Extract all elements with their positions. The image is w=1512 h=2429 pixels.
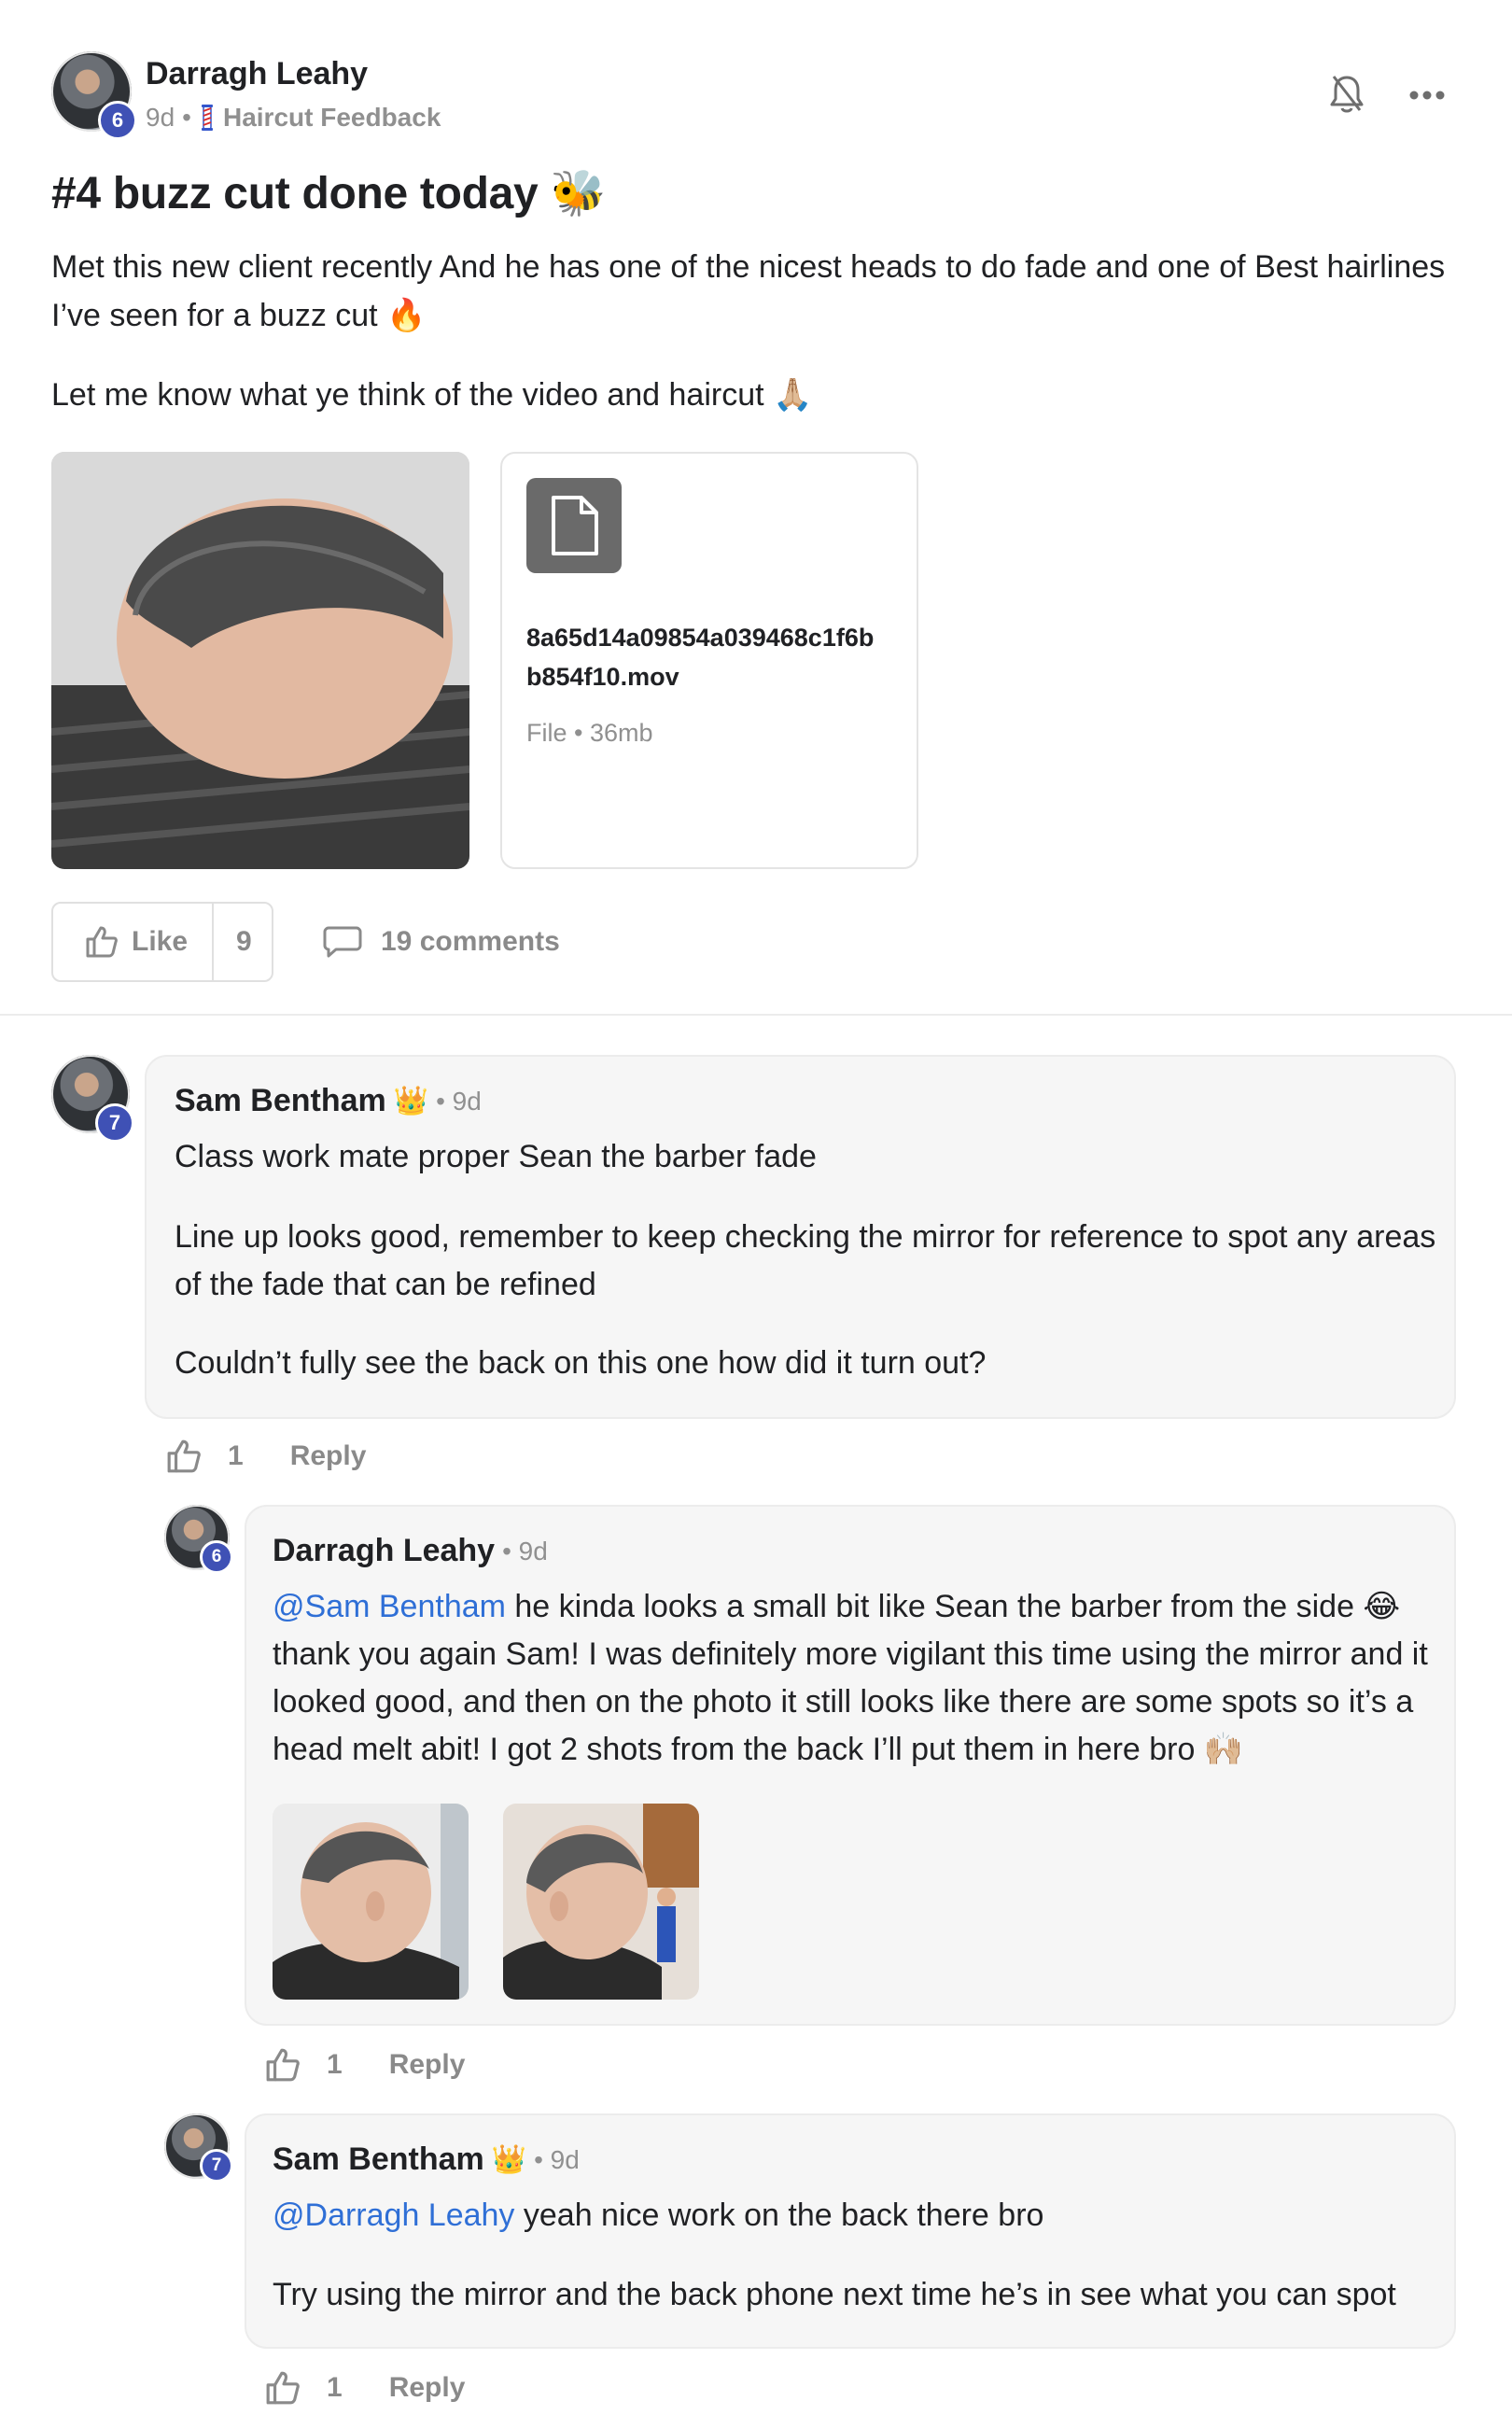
reply-bubble: Sam Bentham 👑 • 9d @Darragh Leahy yeah n… [245, 2113, 1456, 2349]
comment-actions: 1 Reply [166, 1438, 366, 1475]
reply-bubble: Darragh Leahy • 9d @Sam Bentham he kinda… [245, 1505, 1456, 2026]
reply-age: • 9d [534, 2144, 580, 2174]
comment-line-1: Class work mate proper Sean the barber f… [175, 1139, 817, 1174]
crown-icon: 👑 [393, 1086, 429, 1116]
reply-text-1: yeah nice work on the back there bro [514, 2197, 1044, 2233]
post-author-name[interactable]: Darragh Leahy [146, 56, 368, 92]
comment-header: Sam Bentham 👑 • 9d [175, 1083, 482, 1119]
reply-line-4: head melt abit! I got 2 shots from the b… [273, 1732, 1244, 1767]
back-photo-1[interactable] [273, 1804, 469, 2000]
comment-line-2: Line up looks good, remember to keep che… [175, 1219, 1436, 1255]
level-badge: 6 [98, 101, 137, 140]
reply-header: Sam Bentham 👑 • 9d [273, 2141, 580, 2178]
crown-icon: 👑 [491, 2144, 527, 2175]
reply-actions: 1 Reply [265, 2369, 465, 2407]
reply-button[interactable]: Reply [290, 1440, 367, 1472]
like-label: Like [132, 926, 189, 957]
comment-like-count: 1 [228, 1440, 244, 1471]
reply-line-2: thank you again Sam! I was definitely mo… [273, 1636, 1428, 1672]
reply-line-1: @Darragh Leahy yeah nice work on the bac… [273, 2192, 1043, 2239]
post-body-line-2: I’ve seen for a buzz cut 🔥 [51, 298, 427, 333]
file-meta: File • 36mb [526, 719, 653, 747]
meta-separator: • [182, 103, 191, 132]
barber-pole-icon [199, 104, 216, 132]
level-badge: 6 [200, 1540, 233, 1574]
thumbs-up-icon[interactable] [265, 2370, 301, 2406]
reply-author[interactable]: Darragh Leahy [273, 1533, 495, 1569]
reply-header: Darragh Leahy • 9d [273, 1533, 548, 1569]
reply-like-count: 1 [327, 2049, 343, 2080]
reply-button[interactable]: Reply [389, 2372, 466, 2404]
thumbs-up-icon[interactable] [166, 1439, 202, 1474]
post-age: 9d [146, 103, 175, 132]
back-photo-2[interactable] [503, 1804, 699, 2000]
reply-author[interactable]: Sam Bentham [273, 2141, 484, 2178]
reply-line-1: @Sam Bentham he kinda looks a small bit … [273, 1583, 1400, 1631]
comment-line-3: of the fade that can be refined [175, 1267, 596, 1302]
comment-bubble: Sam Bentham 👑 • 9d Class work mate prope… [145, 1055, 1456, 1419]
like-count[interactable]: 9 [236, 926, 252, 958]
thumbs-up-icon [85, 925, 119, 959]
haircut-photo[interactable] [51, 452, 469, 869]
reply-line-3: looked good, and then on the photo it st… [273, 1684, 1414, 1720]
post-meta: 9d • Haircut Feedback [146, 103, 441, 133]
comment-icon [323, 925, 362, 959]
like-divider [212, 902, 215, 982]
comment-author[interactable]: Sam Bentham [175, 1083, 386, 1119]
reply-actions: 1 Reply [265, 2046, 465, 2084]
mention-link[interactable]: @Darragh Leahy [273, 2197, 514, 2233]
level-badge: 7 [95, 1103, 134, 1143]
reply-button[interactable]: Reply [389, 2049, 466, 2081]
bell-off-icon[interactable] [1330, 73, 1364, 116]
comment-age: • 9d [436, 1086, 482, 1116]
reply-age: • 9d [502, 1536, 548, 1566]
file-name-line-2: b854f10.mov [526, 663, 679, 691]
post-category-link[interactable]: Haircut Feedback [223, 103, 441, 133]
post-body-line-3: Let me know what ye think of the video a… [51, 377, 813, 413]
reply-like-count: 1 [327, 2372, 343, 2403]
file-name-line-1: 8a65d14a09854a039468c1f6b [526, 624, 875, 652]
post-divider [0, 1014, 1512, 1016]
post-body-line-1: Met this new client recently And he has … [51, 249, 1446, 285]
file-icon [526, 478, 622, 573]
thumbs-up-icon[interactable] [265, 2047, 301, 2083]
more-horizontal-icon[interactable] [1409, 90, 1445, 101]
mention-link[interactable]: @Sam Bentham [273, 1589, 506, 1624]
file-attachment-card[interactable]: 8a65d14a09854a039468c1f6b b854f10.mov Fi… [500, 452, 918, 869]
post-title: #4 buzz cut done today 🐝 [51, 169, 606, 218]
reply-text-1: he kinda looks a small bit like Sean the… [505, 1589, 1401, 1624]
reply-line-2: Try using the mirror and the back phone … [273, 2277, 1396, 2312]
comments-count-button[interactable]: 19 comments [323, 920, 560, 963]
level-badge: 7 [200, 2149, 233, 2183]
post-like-button[interactable]: Like 9 [51, 902, 273, 982]
comments-count-label: 19 comments [381, 926, 560, 957]
comment-line-4: Couldn’t fully see the back on this one … [175, 1345, 987, 1381]
